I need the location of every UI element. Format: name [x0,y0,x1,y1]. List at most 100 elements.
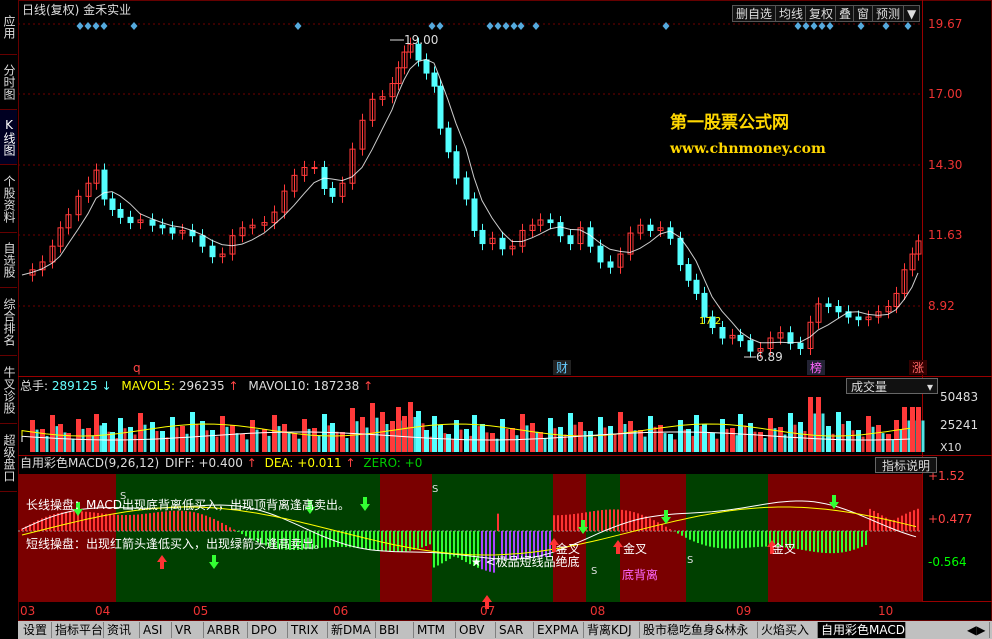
volume-bar [608,426,613,452]
indicator-tab[interactable]: BBI [376,622,414,638]
volume-bar [668,434,673,452]
nav-diagnosis[interactable]: 牛叉诊股 [0,356,17,424]
volume-bar [480,424,485,452]
signal-diamonds [76,22,912,30]
candle-body [479,229,486,245]
indicator-tab[interactable]: ARBR [204,622,248,638]
signal-diamond [100,22,108,30]
indicator-tab[interactable]: OBV [456,622,496,638]
nav-favorites[interactable]: 自选股 [0,233,17,288]
indicator-tab[interactable]: 新DMA [328,622,376,638]
volume-bar [297,438,301,452]
date-axis-label: 10 [878,604,893,618]
toolbar-menu-button[interactable]: ▼ [903,5,921,22]
indicator-tab[interactable]: VR [172,622,204,638]
volume-bar [133,434,137,452]
ma-button[interactable]: 均线 [775,5,808,22]
date-axis-label: 09 [736,604,751,618]
kline-chart[interactable]: 日线(复权) 金禾实业 19.67 17.00 14.30 11.63 8.92… [18,0,992,621]
jincha-label: 金叉 [556,541,580,556]
volume-bar [798,422,803,452]
volume-bar [861,436,865,452]
nav-intraday[interactable]: 分时图 [0,55,17,110]
nav-kline[interactable]: K线图 [0,110,17,165]
volume-bar [432,416,437,452]
signal-diamond [517,22,525,30]
nav-super-handicap-label: 超级盘口 [2,433,16,482]
indicator-tab[interactable]: 火焰买入 [758,622,818,638]
nav-ranking[interactable]: 综合排名 [0,288,17,356]
volume-axis-label: 25241 [940,418,978,432]
volume-bar [185,433,189,452]
candle-body [693,279,700,294]
volume-bar [210,430,215,452]
signal-diamond [810,22,818,30]
nav-stock-info[interactable]: 个股资料 [0,165,17,233]
indicator-tab[interactable]: SAR [496,622,534,638]
volume-bar [578,422,583,452]
volume-bar [643,436,647,452]
signal-diamond [826,22,834,30]
volume-bar [871,426,875,452]
volume-bar [490,433,495,452]
candle-body [159,224,166,229]
indicator-tab[interactable]: 设置 [20,622,52,638]
nav-apps[interactable]: 应用 [0,0,17,55]
volume-bar [190,412,195,452]
volume-bar [424,430,429,452]
date-axis-label: 03 [20,604,35,618]
indicator-tab[interactable]: 资讯 [104,622,140,638]
candle-body [557,222,564,237]
volume-bar [583,431,587,452]
indicator-tab[interactable]: DPO [248,622,288,638]
nav-super-handicap[interactable]: 超级盘口 [0,424,17,492]
volume-bar [633,430,637,452]
volume-bar [816,397,821,452]
marker-bang: 榜 [810,360,822,375]
volume-bar [663,433,667,452]
candle-body [835,306,842,313]
indicator-tab[interactable]: EXPMA [534,622,584,638]
volume-bar [702,424,707,452]
watermark-cn: 第一股票公式网 [670,112,789,133]
volume-bar [302,419,307,452]
indicator-tab[interactable]: MTM [414,622,456,638]
tab-scroll-arrows-icon[interactable]: ◀▶ [964,622,990,638]
candle-body [431,72,438,87]
volume-bar [408,402,413,452]
candle-body [445,127,452,153]
indicator-tab[interactable]: 股市稳吃鱼身&林永 [640,622,758,638]
candle-body [667,227,674,239]
volume-bar [287,432,291,452]
forecast-button[interactable]: 预测 [872,5,905,22]
indicator-tab[interactable]: TRIX [288,622,328,638]
candle-body [209,245,216,258]
indicator-tab[interactable]: 自用彩色MACD [818,622,906,638]
volume-bar [143,424,147,452]
marker-q: q [133,361,141,375]
volume-bar [58,424,63,452]
fuquan-button[interactable]: 复权 [805,5,838,22]
window-button[interactable]: 窗 [853,5,874,22]
volume-ma5-label: MAVOL5: [121,379,175,393]
remove-favorite-button[interactable]: 删自选 [732,5,777,22]
macd-zero: ZERO: +0 [363,456,422,470]
volume-bar [530,423,535,452]
volume-bar [588,431,593,452]
indicator-tab[interactable]: 指标平台 [52,622,104,638]
macd-band [586,474,620,602]
indicator-tab[interactable]: ASI [140,622,172,638]
volume-bar [593,437,597,452]
nav-ranking-label: 综合排名 [2,297,16,346]
overlay-button[interactable]: 叠 [835,5,856,22]
arrow-up-icon: ↑ [346,456,356,470]
candle-body [329,187,336,197]
volume-bar [553,428,557,452]
candle-body [825,303,832,308]
indicator-help-button[interactable]: 指标说明 [875,457,937,473]
volume-indicator-dropdown[interactable]: 成交量 ▾ [846,378,938,394]
indicator-tab[interactable]: 背离KDJ [584,622,640,638]
volume-bar [205,430,209,452]
arrow-up-icon: ↑ [363,379,373,393]
left-nav: 应用 分时图 K线图 个股资料 自选股 综合排名 牛叉诊股 超级盘口 [0,0,19,620]
